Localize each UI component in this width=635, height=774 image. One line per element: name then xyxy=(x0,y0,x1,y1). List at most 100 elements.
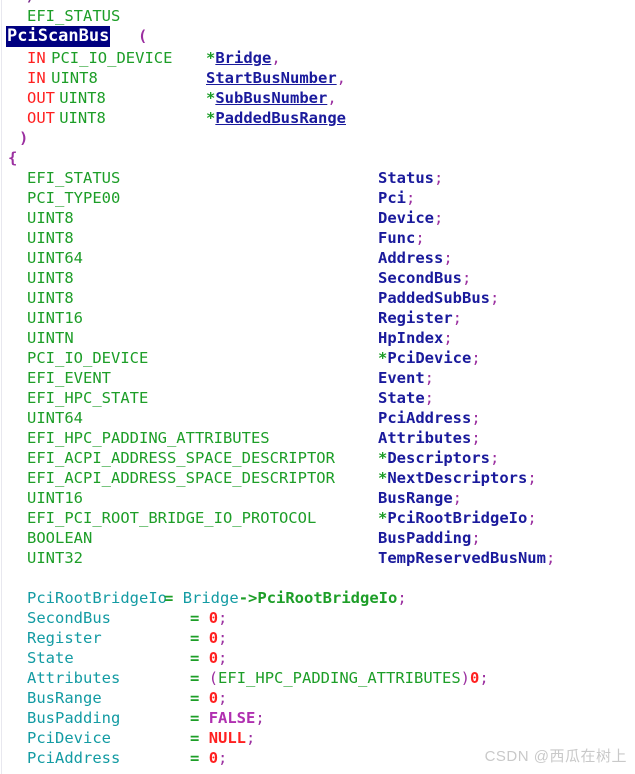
code-line-open-brace[interactable]: { xyxy=(0,148,635,168)
code-line-declaration[interactable]: UINT16 BusRange; xyxy=(0,488,635,508)
declaration-type: EFI_ACPI_ADDRESS_SPACE_DESCRIPTOR xyxy=(27,469,335,487)
semicolon: ; xyxy=(545,549,556,567)
declaration-entry: Event; xyxy=(378,368,434,388)
code-line-parameter[interactable]: OUT UINT8 *SubBusNumber, xyxy=(0,88,635,108)
semicolon: ; xyxy=(471,349,481,367)
parameter-direction: OUT xyxy=(27,89,55,107)
cast-type: EFI_HPC_PADDING_ATTRIBUTES xyxy=(218,669,461,687)
code-line-declaration[interactable]: UINT64 Address; xyxy=(0,248,635,268)
assignment-target: BusRange xyxy=(27,689,102,707)
parameter-name: PaddedBusRange xyxy=(215,109,346,127)
code-line-declaration[interactable]: EFI_HPC_PADDING_ATTRIBUTES Attributes; xyxy=(0,428,635,448)
semicolon: ; xyxy=(424,369,435,387)
code-line-assignment[interactable]: Attributes = (EFI_HPC_PADDING_ATTRIBUTES)… xyxy=(0,668,635,688)
semicolon: ; xyxy=(218,749,228,767)
code-line-close-paren[interactable]: ) xyxy=(0,128,635,148)
declaration-entry: TempReservedBusNum; xyxy=(378,548,555,568)
parameter-type: UINT8 xyxy=(59,109,106,127)
declaration-type: UINT16 xyxy=(27,309,83,327)
signature-close-paren: ) xyxy=(19,129,29,147)
code-line-declaration[interactable]: EFI_HPC_STATE State; xyxy=(0,388,635,408)
code-line-declaration[interactable]: UINTN HpIndex; xyxy=(0,328,635,348)
semicolon: ; xyxy=(490,449,500,467)
declaration-entry: Register; xyxy=(378,308,462,328)
code-line-assignment[interactable]: Register = 0; xyxy=(0,628,635,648)
function-name-selected[interactable]: PciScanBus xyxy=(6,26,111,47)
assignment-operator: = xyxy=(190,649,200,667)
declaration-entry: Address; xyxy=(378,248,453,268)
csdn-watermark: CSDN @西瓜在树上 xyxy=(484,748,627,765)
assignment-target: Register xyxy=(27,629,102,647)
assignment-expression: = 0; xyxy=(190,628,227,648)
code-line-assignment[interactable]: PciRootBridgeIo = Bridge->PciRootBridgeIo… xyxy=(0,588,635,608)
parameter-list: IN PCI_IO_DEVICE *Bridge, IN UINT8 StartBusNu… xyxy=(0,48,635,128)
code-line-assignment[interactable]: SecondBus = 0; xyxy=(0,608,635,628)
cast-close-paren: ) xyxy=(460,669,471,687)
declaration-type: UINT8 xyxy=(27,289,74,307)
code-line-declaration[interactable]: UINT64 PciAddress; xyxy=(0,408,635,428)
declaration-name: PaddedSubBus xyxy=(378,289,490,307)
code-line-declaration[interactable]: PCI_IO_DEVICE *PciDevice; xyxy=(0,348,635,368)
declaration-entry: State; xyxy=(378,388,434,408)
assignment-target: BusPadding xyxy=(27,709,121,727)
code-line-parameter[interactable]: IN PCI_IO_DEVICE *Bridge, xyxy=(0,48,635,68)
code-content[interactable]: EFI_STATUS PciScanBus ( IN PCI_IO_DEVICE *… xyxy=(0,6,635,768)
code-line-declaration[interactable]: EFI_ACPI_ADDRESS_SPACE_DESCRIPTOR *Descri… xyxy=(0,448,635,468)
code-line-assignment[interactable]: State = 0; xyxy=(0,648,635,668)
semicolon: ; xyxy=(489,289,500,307)
assignment-expression: = 0; xyxy=(190,688,227,708)
literal-number: 0 xyxy=(208,749,219,767)
code-line-assignment[interactable]: BusRange = 0; xyxy=(0,688,635,708)
signature-open-paren: ( xyxy=(138,27,148,45)
parameter-entry: *SubBusNumber, xyxy=(206,88,337,108)
semicolon: ; xyxy=(434,209,444,227)
code-line-declaration[interactable]: PCI_TYPE00 Pci; xyxy=(0,188,635,208)
declaration-type: EFI_HPC_STATE xyxy=(27,389,149,407)
declaration-name: BusRange xyxy=(378,489,453,507)
return-type: EFI_STATUS xyxy=(27,7,121,25)
pointer-star: * xyxy=(206,109,216,127)
code-line-declaration[interactable]: EFI_STATUS Status; xyxy=(0,168,635,188)
semicolon: ; xyxy=(443,329,453,347)
code-line-parameter[interactable]: OUT UINT8 *PaddedBusRange xyxy=(0,108,635,128)
literal-number: 0 xyxy=(470,669,480,687)
declaration-name: NextDescriptors xyxy=(387,469,528,487)
pointer-star: * xyxy=(378,469,388,487)
code-line-return-type[interactable]: EFI_STATUS xyxy=(0,6,635,26)
assignment-target: SecondBus xyxy=(27,609,111,627)
code-line-assignment[interactable]: BusPadding = FALSE; xyxy=(0,708,635,728)
code-line-declaration[interactable]: BOOLEAN BusPadding; xyxy=(0,528,635,548)
code-line-declaration[interactable]: UINT8 Func; xyxy=(0,228,635,248)
code-line-declaration[interactable]: EFI_ACPI_ADDRESS_SPACE_DESCRIPTOR *NextDe… xyxy=(0,468,635,488)
pointer-star: * xyxy=(378,349,388,367)
declaration-entry: Pci; xyxy=(378,188,415,208)
assignment-operator: = xyxy=(190,729,200,747)
assignment-operator: = xyxy=(190,689,200,707)
code-line-declaration[interactable]: UINT8 SecondBus; xyxy=(0,268,635,288)
declaration-name: Register xyxy=(378,309,453,327)
parameter-direction: IN xyxy=(27,69,46,87)
declaration-type: UINT8 xyxy=(27,209,74,227)
code-line-declaration[interactable]: EFI_EVENT Event; xyxy=(0,368,635,388)
code-line-declaration[interactable]: UINT32 TempReservedBusNum; xyxy=(0,548,635,568)
declaration-name: HpIndex xyxy=(378,329,444,347)
code-line-declaration[interactable]: UINT8 PaddedSubBus; xyxy=(0,288,635,308)
parameter-entry: StartBusNumber, xyxy=(206,68,346,88)
declaration-entry: *PciDevice; xyxy=(378,348,481,368)
code-line-parameter[interactable]: IN UINT8 StartBusNumber, xyxy=(0,68,635,88)
parameter-name: Bridge xyxy=(215,49,272,67)
code-line-function-name[interactable]: PciScanBus ( xyxy=(0,26,635,48)
literal-boolean: FALSE xyxy=(208,709,256,727)
parameter-entry: *PaddedBusRange xyxy=(206,108,346,128)
code-line-declaration[interactable]: UINT16 Register; xyxy=(0,308,635,328)
declaration-name: Pci xyxy=(378,189,406,207)
semicolon: ; xyxy=(443,249,453,267)
declaration-entry: Attributes; xyxy=(378,428,481,448)
code-line-declaration[interactable]: EFI_PCI_ROOT_BRIDGE_IO_PROTOCOL *PciRootB… xyxy=(0,508,635,528)
code-line-declaration[interactable]: UINT8 Device; xyxy=(0,208,635,228)
